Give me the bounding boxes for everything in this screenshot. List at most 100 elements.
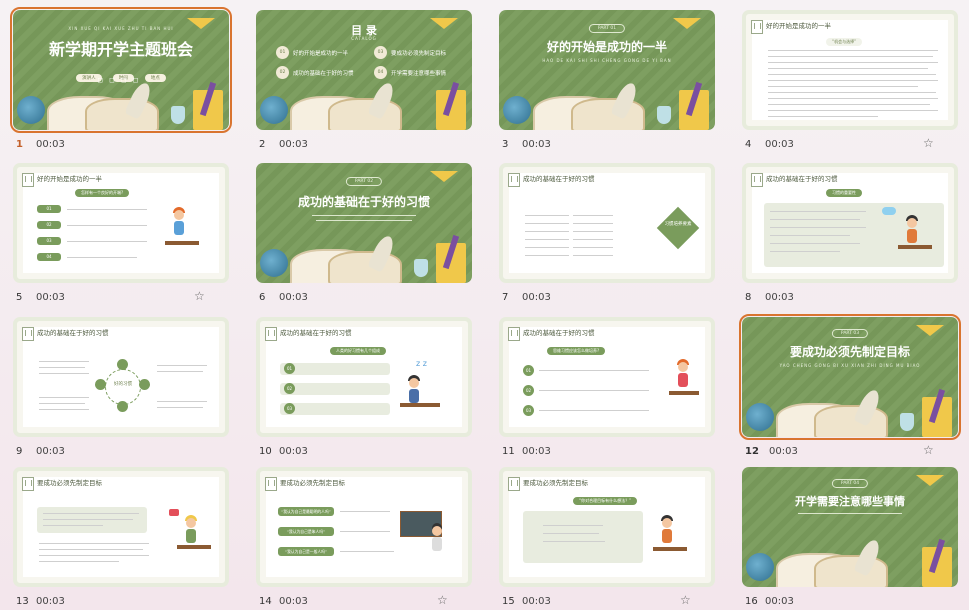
part-badge: PART 04 — [831, 479, 869, 488]
slide-thumbnail[interactable]: 成功的基础在于好的习惯 习惯的重要性 — [742, 163, 958, 283]
slide-pill: “你对合理目标有什么想法？” — [573, 497, 638, 505]
part-badge: PART 02 — [345, 177, 383, 186]
slide-duration: 00:03 — [279, 291, 308, 303]
diamond-label: 习惯培养要素 — [664, 222, 692, 227]
slide-number: 13 — [16, 595, 29, 607]
slide-14[interactable]: 要成功必须先制定目标 “我认为自己是最聪明的人吗” “我认为自己是笨人吗” “我… — [256, 467, 476, 607]
flask-icon — [414, 259, 428, 277]
slide-4[interactable]: 好的开始是成功的一半 “机会与选择” 4 00:03 ☆ — [742, 10, 962, 150]
slide-2[interactable]: 目 录 CATALOG 01 好的开始是成功的一半 03 要成功必须先制定目标 02… — [256, 10, 476, 150]
slide-title: 新学期开学主题班会 — [48, 40, 193, 59]
slide-title: 成功的基础在于好的习惯 — [766, 175, 838, 183]
globe-icon — [746, 403, 774, 431]
slide-duration: 00:03 — [522, 138, 551, 150]
slide-number: 12 — [745, 445, 759, 457]
slide-number: 7 — [502, 291, 509, 303]
flask-icon — [900, 413, 914, 431]
slide-6[interactable]: PART 02 成功的基础在于好的习惯 6 00:03 — [256, 163, 476, 303]
triangle-icon — [916, 325, 944, 336]
building-icon — [265, 327, 277, 341]
slide-sorter-grid: XIN XUE QI KAI XUE ZHU TI BAN HUI 新学期开学主… — [0, 0, 969, 610]
slide-12[interactable]: PART 03 要成功必须先制定目标 YAO CHENG GONG BI XU … — [739, 314, 962, 457]
slide-duration: 00:03 — [522, 445, 551, 457]
slide-title: 开学需要注意哪些事情 — [795, 495, 905, 508]
star-icon[interactable]: ☆ — [923, 136, 934, 150]
slide-7[interactable]: 成功的基础在于好的习惯 习惯培养要素 7 00:03 — [499, 163, 719, 303]
slide-number: 10 — [259, 445, 272, 457]
building-icon — [508, 173, 520, 187]
slide-thumbnail[interactable]: 目 录 CATALOG 01 好的开始是成功的一半 03 要成功必须先制定目标 02… — [256, 10, 472, 130]
slide-11[interactable]: 成功的基础在于好的习惯 思维习惯应该怎么做培养? 01 02 03 11 00:0… — [499, 317, 719, 457]
slide-thumbnail[interactable]: XIN XUE QI KAI XUE ZHU TI BAN HUI 新学期开学主… — [10, 7, 232, 133]
slide-10[interactable]: 成功的基础在于好的习惯 人类的好习惯有几个组成 01 02 03 z z 10 0… — [256, 317, 476, 457]
center-label: 好的习惯 — [114, 382, 132, 387]
slide-number: 15 — [502, 595, 515, 607]
row-number: 03 — [523, 405, 534, 416]
slide-thumbnail[interactable]: 成功的基础在于好的习惯 人类的好习惯有几个组成 01 02 03 z z — [256, 317, 472, 437]
node-dot — [95, 379, 106, 390]
building-icon — [22, 327, 34, 341]
slide-thumbnail[interactable]: 好的开始是成功的一半 “机会与选择” — [742, 10, 958, 130]
star-icon[interactable]: ☆ — [194, 289, 205, 303]
globe-icon — [17, 96, 45, 124]
slide-number: 11 — [502, 445, 515, 457]
slide-thumbnail[interactable]: 成功的基础在于好的习惯 思维习惯应该怎么做培养? 01 02 03 — [499, 317, 715, 437]
slide-3[interactable]: PART 01 好的开始是成功的一半 HAO DE KAI SHI SHI CH… — [499, 10, 719, 150]
slide-pill: 怎样有一个良好的开端? — [75, 189, 130, 197]
slide-pill: 习惯的重要性 — [826, 189, 862, 197]
slide-thumbnail[interactable]: 要成功必须先制定目标 “我认为自己是最聪明的人吗” “我认为自己是笨人吗” “我… — [256, 467, 472, 587]
slide-thumbnail[interactable]: PART 04 开学需要注意哪些事情 — [742, 467, 958, 587]
slide-15[interactable]: 要成功必须先制定目标 “你对合理目标有什么想法？” 15 00:03 ☆ — [499, 467, 719, 607]
building-icon — [22, 173, 34, 187]
star-icon[interactable]: ☆ — [437, 593, 448, 607]
triangle-icon — [430, 171, 458, 182]
globe-icon — [503, 96, 531, 124]
slide-pinyin: HAO DE KAI SHI SHI CHENG GONG DE YI BAN — [542, 58, 672, 63]
building-icon — [265, 477, 277, 491]
slide-pill: 思维习惯应该怎么做培养? — [547, 347, 606, 355]
slide-thumbnail[interactable]: 成功的基础在于好的习惯 好的习惯 — [13, 317, 229, 437]
slide-1[interactable]: XIN XUE QI KAI XUE ZHU TI BAN HUI 新学期开学主… — [10, 7, 233, 150]
slide-5[interactable]: 好的开始是成功的一半 怎样有一个良好的开端? 01 02 03 04 5 00:0… — [13, 163, 233, 303]
slide-thumbnail[interactable]: PART 03 要成功必须先制定目标 YAO CHENG GONG BI XU … — [739, 314, 961, 440]
slide-16[interactable]: PART 04 开学需要注意哪些事情 16 00:03 — [742, 467, 962, 607]
toc-item: 03 要成功必须先制定目标 — [374, 46, 446, 59]
slide-number: 5 — [16, 291, 23, 303]
part-badge: PART 03 — [831, 329, 869, 338]
building-icon — [751, 20, 763, 34]
slide-thumbnail[interactable]: 要成功必须先制定目标 “你对合理目标有什么想法？” — [499, 467, 715, 587]
flask-icon — [171, 106, 185, 124]
row-number: 02 — [37, 221, 61, 229]
row-number: 03 — [37, 237, 61, 245]
row-number: 01 — [284, 363, 295, 374]
star-icon[interactable]: ☆ — [680, 593, 691, 607]
slide-thumbnail[interactable]: PART 01 好的开始是成功的一半 HAO DE KAI SHI SHI CH… — [499, 10, 715, 130]
triangle-icon — [673, 18, 701, 29]
slide-8[interactable]: 成功的基础在于好的习惯 习惯的重要性 8 00:03 — [742, 163, 962, 303]
row-number: 01 — [37, 205, 61, 213]
slide-number: 16 — [745, 595, 758, 607]
slide-duration: 00:03 — [522, 595, 551, 607]
slide-number: 8 — [745, 291, 752, 303]
slide-number: 4 — [745, 138, 752, 150]
slide-thumbnail[interactable]: 成功的基础在于好的习惯 习惯培养要素 — [499, 163, 715, 283]
slide-9[interactable]: 成功的基础在于好的习惯 好的习惯 9 00:03 — [13, 317, 233, 457]
slide-duration: 00:03 — [765, 595, 794, 607]
building-icon — [751, 173, 763, 187]
slide-duration: 00:03 — [279, 445, 308, 457]
slide-thumbnail[interactable]: PART 02 成功的基础在于好的习惯 — [256, 163, 472, 283]
building-icon — [508, 477, 520, 491]
part-badge: PART 01 — [588, 24, 626, 33]
row-number: 01 — [523, 365, 534, 376]
slide-13[interactable]: 要成功必须先制定目标 13 00:03 — [13, 467, 233, 607]
slide-thumbnail[interactable]: 要成功必须先制定目标 — [13, 467, 229, 587]
star-icon[interactable]: ☆ — [923, 443, 934, 457]
slide-duration: 00:03 — [765, 138, 794, 150]
slide-thumbnail[interactable]: 好的开始是成功的一半 怎样有一个良好的开端? 01 02 03 04 — [13, 163, 229, 283]
toc-item: 01 好的开始是成功的一半 — [276, 46, 348, 59]
zzz-icon: z z — [416, 359, 427, 368]
slide-title: 好的开始是成功的一半 — [37, 175, 102, 183]
slide-title: 要成功必须先制定目标 — [523, 479, 588, 487]
node-dot — [139, 379, 150, 390]
book-icon — [571, 98, 645, 130]
